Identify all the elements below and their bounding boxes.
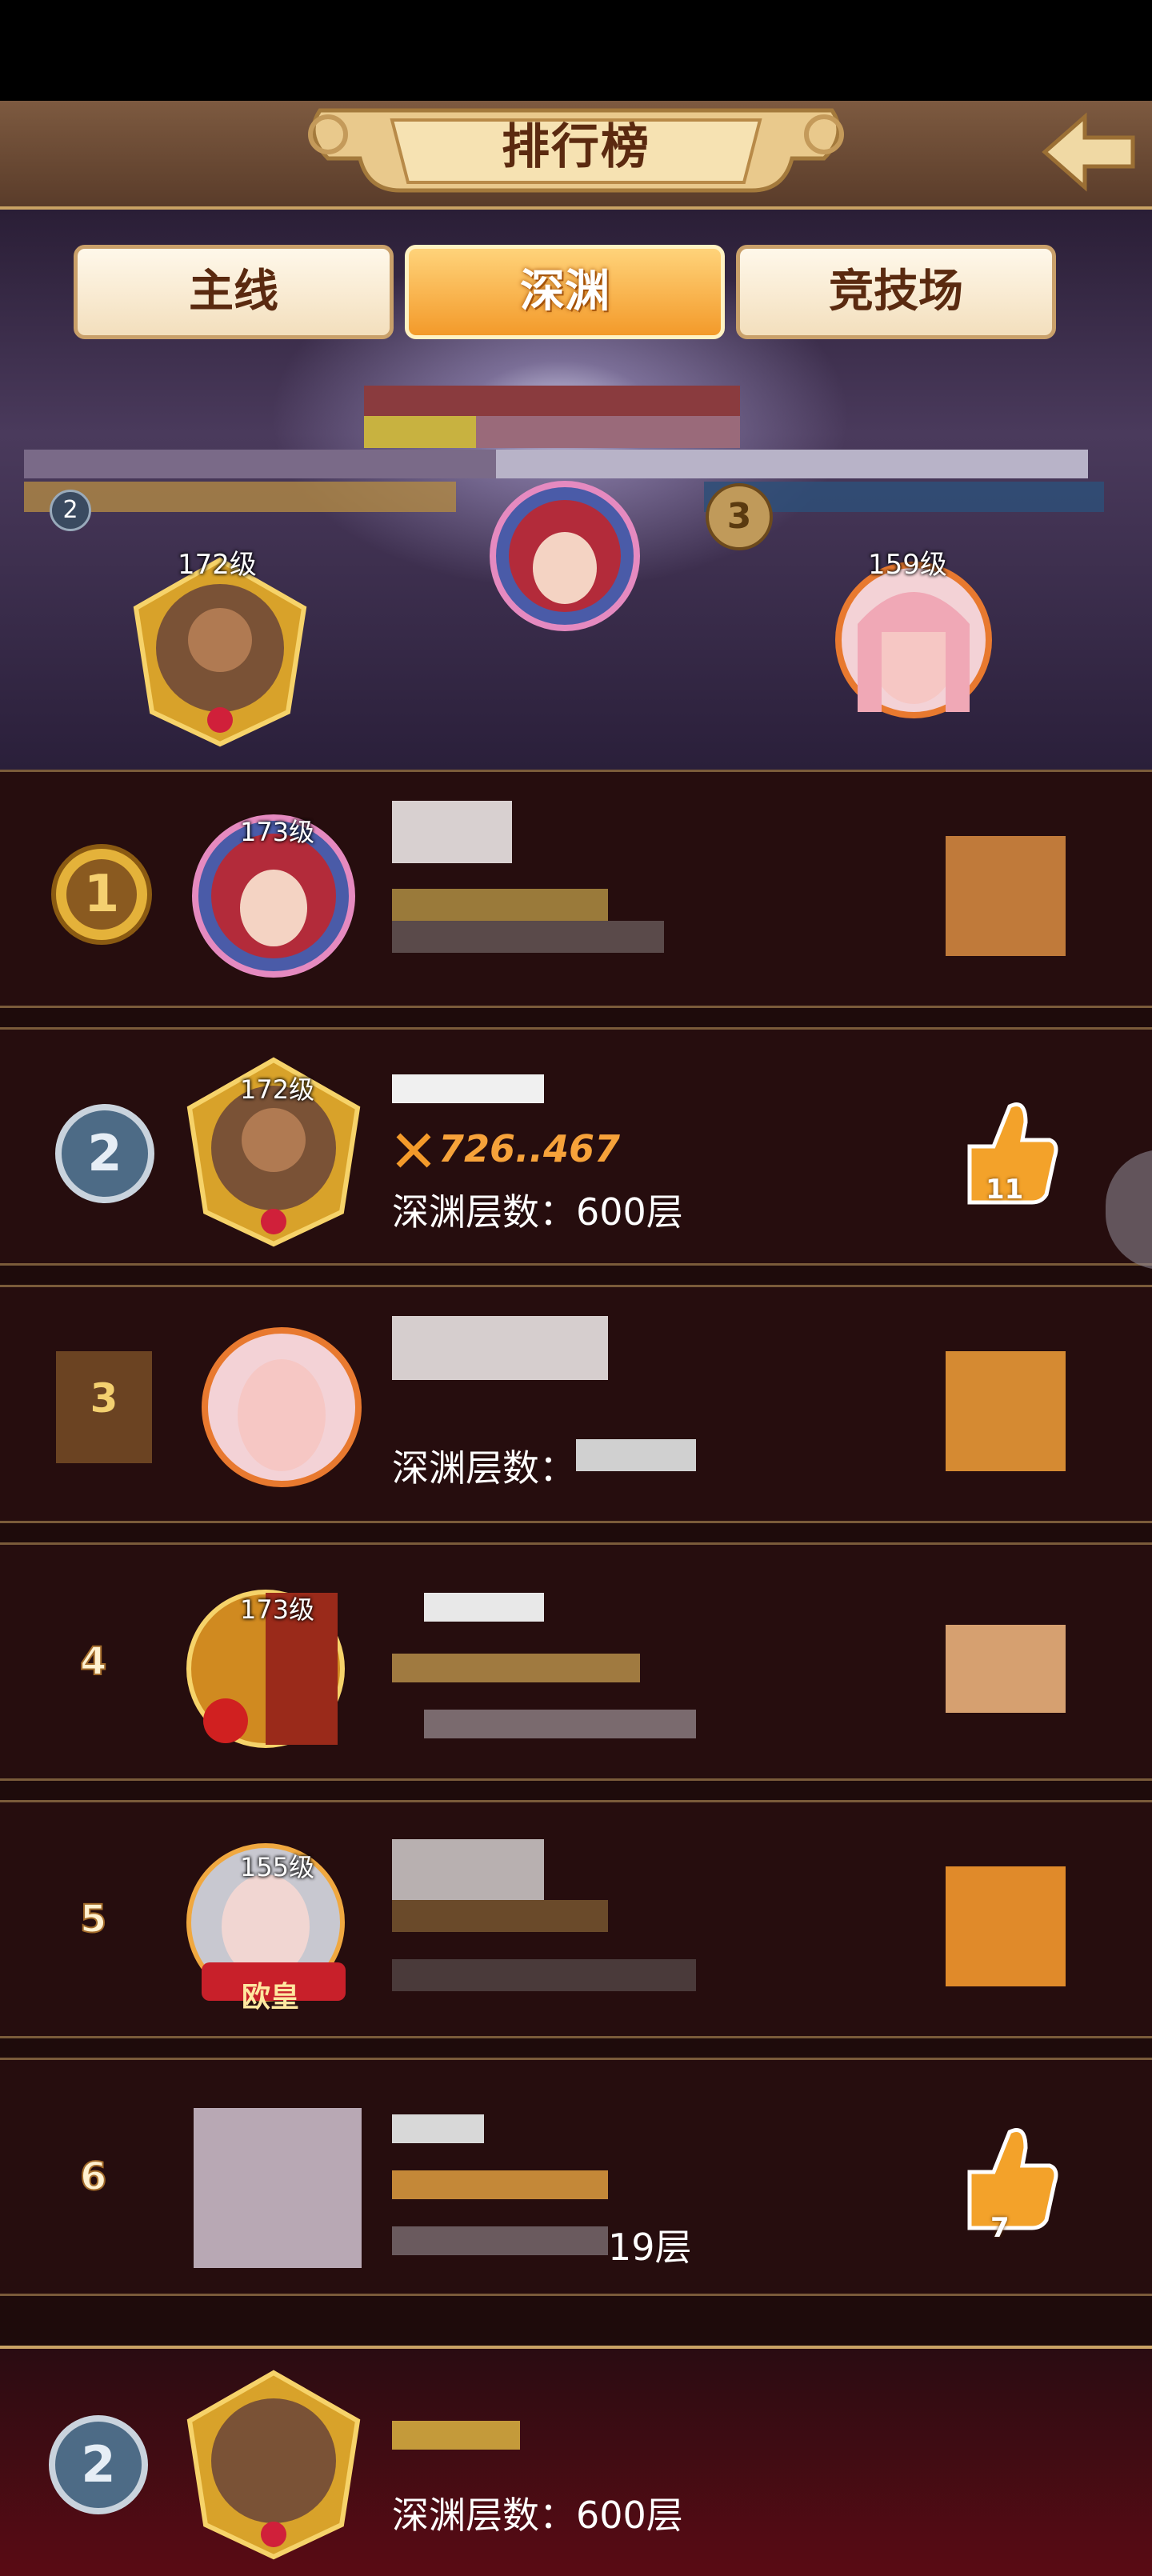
- podium-second-rank: 2: [50, 490, 91, 531]
- name-mosaic: [392, 801, 512, 863]
- back-button[interactable]: [1037, 102, 1141, 203]
- list-item[interactable]: 6 19层 7: [0, 2058, 1152, 2296]
- name-mosaic: [392, 2114, 484, 2143]
- like-button-mosaic[interactable]: [946, 836, 1066, 956]
- mosaic-block: [476, 416, 740, 448]
- power-mosaic: [392, 2170, 608, 2199]
- like-button-mosaic[interactable]: [946, 1625, 1066, 1713]
- power-mosaic: [392, 889, 608, 921]
- level-tag: 155级: [240, 1852, 315, 1882]
- power-mosaic: [392, 1900, 608, 1932]
- rank-number: 6: [79, 2154, 107, 2200]
- name-mosaic: [424, 1593, 544, 1622]
- sword-icon: [396, 1133, 431, 1168]
- title-badge: 欧皇: [242, 1981, 300, 2014]
- avatar[interactable]: [194, 1319, 370, 1495]
- depth-mosaic: [576, 1439, 696, 1471]
- list-item[interactable]: 2 172级 726..467 深渊层数：600层 11: [0, 1027, 1152, 1270]
- title-plaque: 排行榜: [296, 102, 856, 205]
- my-rank-bar: 2 深渊层数：600层: [0, 2346, 1152, 2576]
- page-title: 排行榜: [502, 119, 650, 175]
- level-tag: 172级: [240, 1074, 315, 1105]
- podium-second-level: 172级: [178, 549, 257, 581]
- level-tag: 173级: [240, 1594, 315, 1625]
- name-mosaic: [392, 1074, 544, 1103]
- like-button-mosaic[interactable]: [946, 1351, 1066, 1471]
- avatar-second[interactable]: [120, 552, 320, 752]
- like-count: 7: [990, 2212, 1010, 2244]
- power-value: 726..467: [438, 1127, 620, 1170]
- like-count: 11: [986, 1174, 1024, 1206]
- tab-mainline[interactable]: 主线: [74, 245, 394, 339]
- tab-arena[interactable]: 竞技场: [736, 245, 1056, 339]
- podium-third-level: 159级: [868, 549, 947, 581]
- list-item[interactable]: 4 173级: [0, 1542, 1152, 1781]
- like-button-mosaic[interactable]: [946, 1866, 1066, 1986]
- list-item[interactable]: 5 155级 欧皇: [0, 1800, 1152, 2038]
- name-mosaic: [392, 1839, 544, 1900]
- list-item[interactable]: 3 深渊层数：: [0, 1285, 1152, 1523]
- depth-mosaic: [392, 1959, 696, 1991]
- back-arrow-icon: [1042, 112, 1135, 192]
- rank-number: 1: [83, 865, 120, 924]
- depth-text: 19层: [608, 2226, 692, 2269]
- avatar-third[interactable]: [834, 560, 994, 720]
- mosaic-block: [364, 386, 740, 418]
- tab-abyss[interactable]: 深渊: [405, 245, 725, 339]
- mosaic-block: [364, 416, 476, 448]
- list-item[interactable]: 1 173级: [0, 770, 1152, 1008]
- power-mosaic: [392, 2421, 520, 2450]
- avatar-first[interactable]: [477, 480, 653, 632]
- mosaic-block: [24, 450, 504, 478]
- my-avatar[interactable]: [178, 2365, 370, 2573]
- depth-text: 深渊层数：600层: [392, 1190, 683, 1234]
- avatar-mosaic[interactable]: [194, 2108, 362, 2268]
- depth-text: 深渊层数：: [392, 1446, 576, 1490]
- mosaic-block: [496, 450, 1088, 478]
- status-bar: [0, 0, 1152, 101]
- side-handle[interactable]: [1106, 1150, 1152, 1270]
- name-mosaic: [392, 1316, 608, 1380]
- depth-mosaic: [392, 2226, 608, 2255]
- my-depth-text: 深渊层数：600层: [392, 2494, 683, 2537]
- depth-mosaic: [392, 921, 664, 953]
- depth-mosaic: [424, 1710, 696, 1738]
- my-rank-number: 2: [81, 2435, 116, 2494]
- rank-number: 3: [90, 1375, 118, 1422]
- rank-number: 4: [79, 1638, 107, 1685]
- power-mosaic: [392, 1654, 640, 1682]
- rank-number: 5: [79, 1896, 107, 1942]
- level-tag: 173级: [240, 817, 315, 847]
- rank-number: 2: [87, 1124, 122, 1182]
- podium-third-rank: 3: [706, 483, 773, 550]
